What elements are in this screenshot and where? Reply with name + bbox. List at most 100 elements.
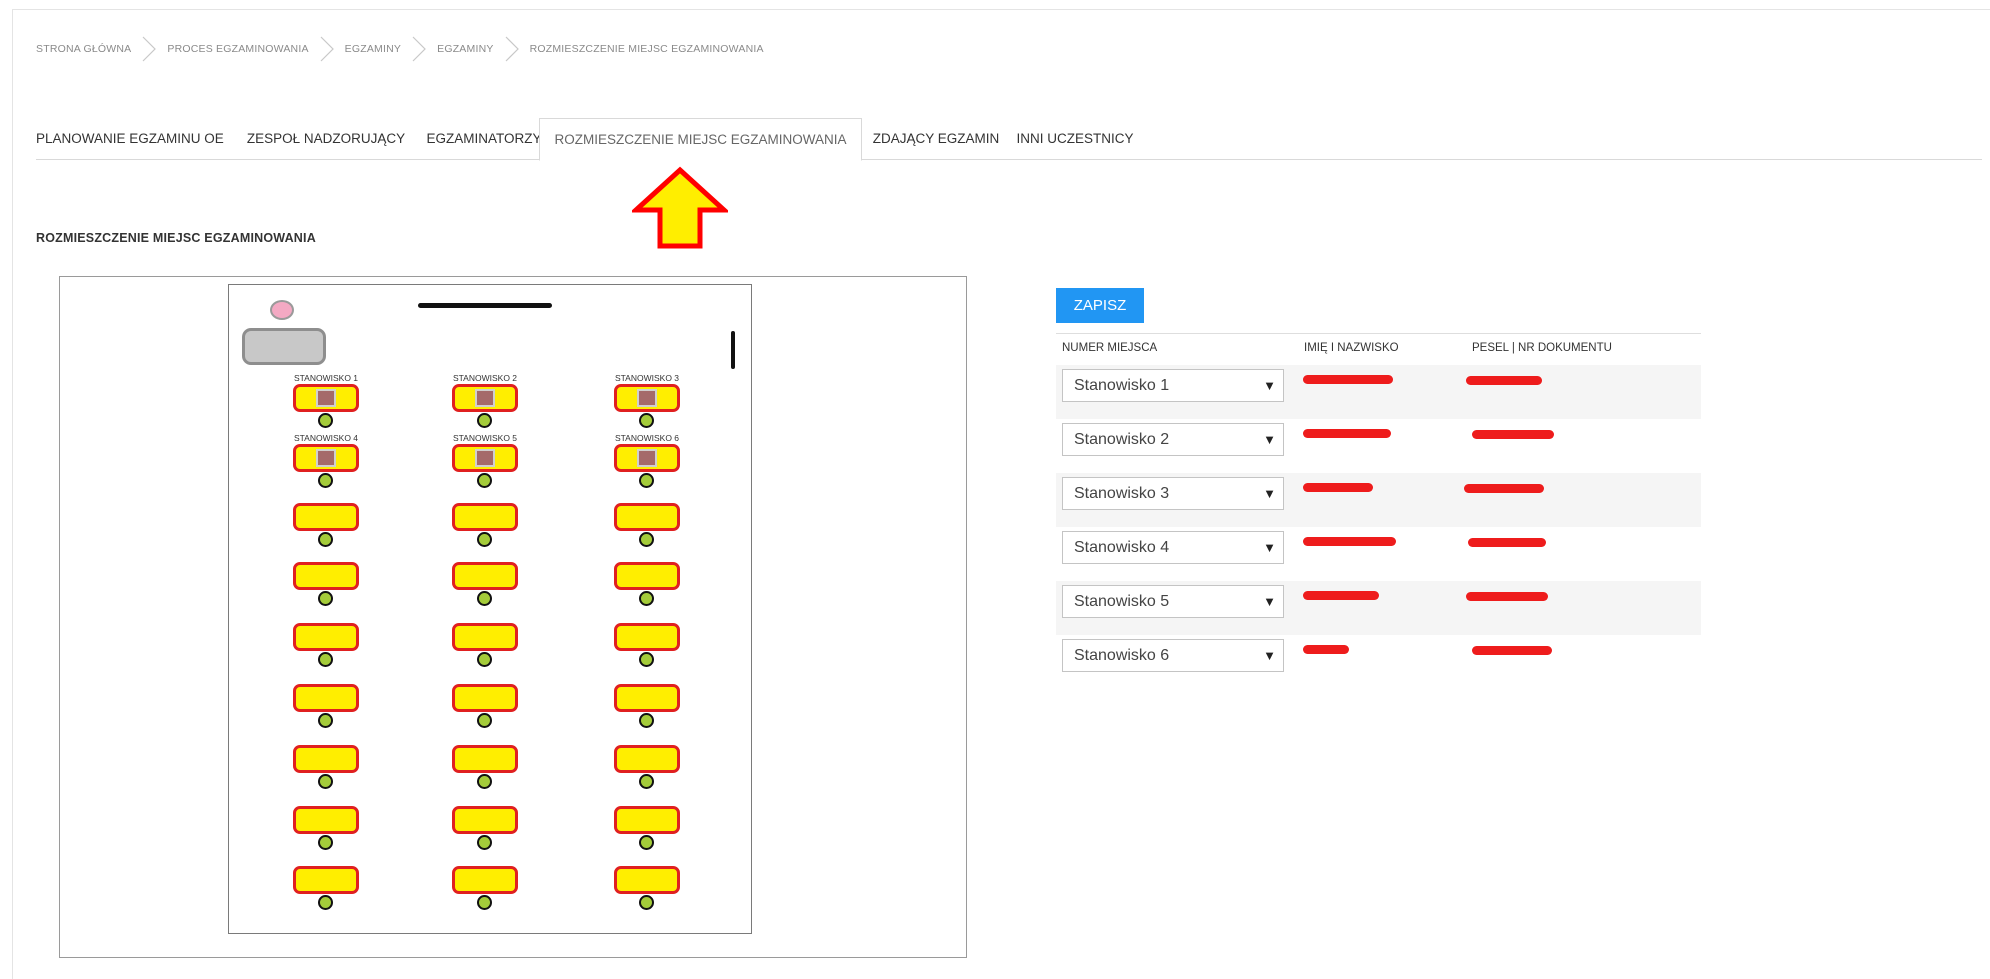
- desk[interactable]: [614, 684, 680, 712]
- tab-supervisors[interactable]: ZESPOŁ NADZORUJĄCY: [236, 118, 416, 160]
- chair-icon: [477, 835, 492, 850]
- monitor-icon: [475, 389, 495, 407]
- redacted-name: [1303, 645, 1349, 654]
- desk[interactable]: [452, 623, 518, 651]
- chair-icon: [639, 413, 654, 428]
- chair-icon: [639, 895, 654, 910]
- chair-icon: [318, 774, 333, 789]
- breadcrumb: STRONA GŁÓWNA PROCES EGZAMINOWANIA EGZAM…: [36, 36, 764, 62]
- seat-select[interactable]: Stanowisko 4 ▼: [1062, 531, 1284, 564]
- seat-select-value: Stanowisko 6: [1074, 647, 1170, 664]
- station-label: STANOWISKO 4: [293, 433, 359, 443]
- chevron-right-icon: [505, 36, 519, 62]
- desk[interactable]: [452, 684, 518, 712]
- chair-icon: [477, 774, 492, 789]
- desk[interactable]: [452, 562, 518, 590]
- desk[interactable]: [614, 623, 680, 651]
- table-divider: [1056, 333, 1701, 334]
- station-label: STANOWISKO 3: [614, 373, 680, 383]
- redacted-id: [1466, 376, 1542, 385]
- chevron-right-icon: [412, 36, 426, 62]
- chair-icon: [318, 413, 333, 428]
- caret-down-icon: ▼: [1263, 432, 1276, 447]
- chair-icon: [477, 473, 492, 488]
- station-label: STANOWISKO 2: [452, 373, 518, 383]
- column-header-id: PESEL | NR DOKUMENTU: [1472, 342, 1612, 354]
- door: [731, 331, 735, 369]
- tab-planning[interactable]: PLANOWANIE EGZAMINU OE: [36, 118, 224, 160]
- desk[interactable]: [452, 866, 518, 894]
- breadcrumb-exams-2[interactable]: EGZAMINY: [437, 43, 493, 55]
- redacted-name: [1303, 429, 1391, 438]
- desk[interactable]: [452, 503, 518, 531]
- seat-select-value: Stanowisko 2: [1074, 431, 1170, 448]
- caret-down-icon: ▼: [1263, 378, 1276, 393]
- redacted-name: [1303, 375, 1393, 384]
- breadcrumb-exams[interactable]: EGZAMINY: [345, 43, 401, 55]
- save-button[interactable]: ZAPISZ: [1056, 288, 1144, 323]
- monitor-icon: [316, 449, 336, 467]
- monitor-icon: [316, 389, 336, 407]
- seat-select-value: Stanowisko 4: [1074, 539, 1170, 556]
- chair-icon: [639, 591, 654, 606]
- chair-icon: [639, 713, 654, 728]
- desk[interactable]: [293, 623, 359, 651]
- tab-examinees[interactable]: ZDAJĄCY EGZAMIN: [862, 118, 1010, 160]
- chair-icon: [639, 774, 654, 789]
- desk[interactable]: [452, 806, 518, 834]
- desk[interactable]: [452, 745, 518, 773]
- redacted-name: [1303, 537, 1396, 546]
- desk[interactable]: [293, 866, 359, 894]
- desk[interactable]: [293, 562, 359, 590]
- chair-icon: [318, 473, 333, 488]
- desk[interactable]: [614, 806, 680, 834]
- chair-icon: [318, 895, 333, 910]
- caret-down-icon: ▼: [1263, 486, 1276, 501]
- redacted-id: [1464, 484, 1544, 493]
- desk[interactable]: [614, 866, 680, 894]
- seat-select-value: Stanowisko 1: [1074, 377, 1170, 394]
- seat-select[interactable]: Stanowisko 5 ▼: [1062, 585, 1284, 618]
- chair-icon: [477, 895, 492, 910]
- seat-select[interactable]: Stanowisko 3 ▼: [1062, 477, 1284, 510]
- chair-icon: [318, 835, 333, 850]
- monitor-icon: [637, 389, 657, 407]
- tab-other-participants[interactable]: INNI UCZESTNICY: [1010, 118, 1140, 160]
- section-title: ROZMIESZCZENIE MIEJSC EGZAMINOWANIA: [36, 231, 316, 245]
- examiner-desk: [242, 328, 326, 365]
- desk[interactable]: [293, 503, 359, 531]
- chair-icon: [477, 591, 492, 606]
- monitor-icon: [475, 449, 495, 467]
- seat-select[interactable]: Stanowisko 1 ▼: [1062, 369, 1284, 402]
- monitor-icon: [637, 449, 657, 467]
- chair-icon: [639, 473, 654, 488]
- chair-icon: [639, 532, 654, 547]
- desk[interactable]: [614, 562, 680, 590]
- redacted-id: [1472, 646, 1552, 655]
- chair-icon: [477, 532, 492, 547]
- redacted-id: [1468, 538, 1546, 547]
- breadcrumb-home[interactable]: STRONA GŁÓWNA: [36, 43, 131, 55]
- redacted-name: [1303, 591, 1379, 600]
- station-label: STANOWISKO 6: [614, 433, 680, 443]
- desk[interactable]: [293, 684, 359, 712]
- chair-icon: [318, 591, 333, 606]
- desk[interactable]: [614, 503, 680, 531]
- chair-icon: [318, 532, 333, 547]
- breadcrumb-exam-process[interactable]: PROCES EGZAMINOWANIA: [167, 43, 308, 55]
- seat-select[interactable]: Stanowisko 2 ▼: [1062, 423, 1284, 456]
- desk[interactable]: [293, 806, 359, 834]
- redacted-id: [1466, 592, 1548, 601]
- tab-examiners[interactable]: EGZAMINATORZY: [418, 118, 550, 160]
- column-header-name: IMIĘ I NAZWISKO: [1304, 342, 1399, 354]
- chair-icon: [318, 713, 333, 728]
- desk[interactable]: [614, 745, 680, 773]
- chair-icon: [477, 413, 492, 428]
- column-header-seat: NUMER MIEJSCA: [1062, 342, 1158, 354]
- seat-select[interactable]: Stanowisko 6 ▼: [1062, 639, 1284, 672]
- station-label: STANOWISKO 1: [293, 373, 359, 383]
- tab-bar: PLANOWANIE EGZAMINU OE ZESPOŁ NADZORUJĄC…: [36, 118, 1982, 161]
- chevron-right-icon: [142, 36, 157, 62]
- tab-seat-layout[interactable]: ROZMIESZCZENIE MIEJSC EGZAMINOWANIA: [539, 118, 862, 161]
- desk[interactable]: [293, 745, 359, 773]
